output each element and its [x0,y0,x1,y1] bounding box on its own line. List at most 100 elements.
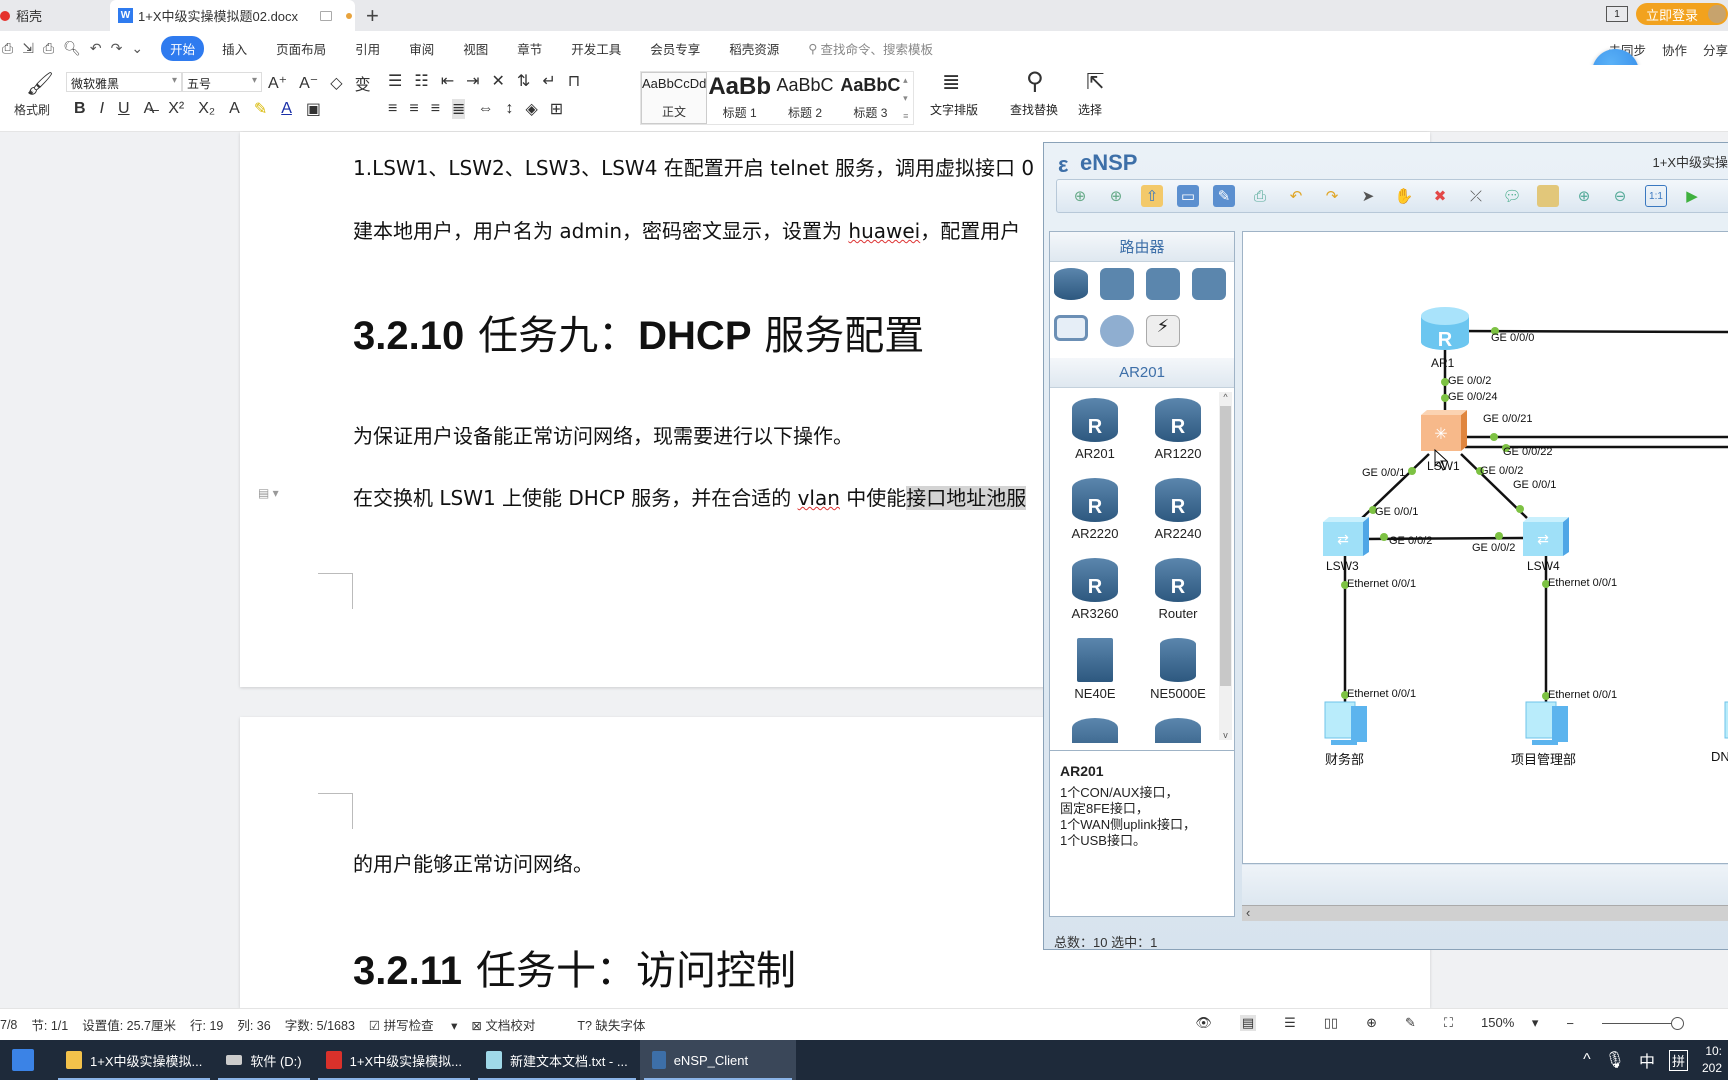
node-lsw1-icon[interactable]: ✳ [1421,410,1467,451]
line-spacing-icon[interactable]: ↕ [505,100,513,118]
node-pc-finance-icon[interactable] [1324,701,1367,745]
page-indicator[interactable]: 7/8 [0,1018,17,1032]
ime-mode[interactable]: 中 [1639,1048,1655,1072]
outline-view-icon[interactable]: ☰ [1284,1015,1296,1031]
taskbar-item-folder[interactable]: 1+X中级实操模拟... [54,1040,214,1080]
canvas-horizontal-scrollbar[interactable]: ‹ [1242,905,1728,921]
doc-proofread-button[interactable]: ⊠ 文档校对 [471,1015,549,1034]
eye-protection-icon[interactable]: 👁︎ [1195,1015,1212,1031]
fit-page-icon[interactable]: ⛶ [1444,1015,1453,1031]
zoom-slider[interactable] [1602,1016,1684,1030]
device-ne40e[interactable]: NE40E [1055,638,1135,701]
char-border-icon[interactable]: ▣ [306,99,321,119]
pc-category-icon[interactable] [1054,315,1088,341]
distribute-icon[interactable]: ⇔ [477,100,493,118]
align-right-icon[interactable]: ≡ [431,100,440,118]
save-icon[interactable]: ⎙ [2,40,13,57]
router-category-icon[interactable] [1054,268,1088,300]
increase-indent-icon[interactable]: ⇥ [466,71,479,91]
undo-icon[interactable]: ↶ [90,40,102,57]
monitor-icon[interactable] [320,10,333,21]
text-layout-button[interactable]: 文字排版 [930,101,978,118]
print-icon[interactable]: ⎙ [43,40,54,57]
device-ar3260[interactable]: R AR3260 [1055,558,1135,621]
undo-icon[interactable]: ↶ [1285,185,1307,207]
zoom-in-icon[interactable]: ⊕ [1573,185,1595,207]
wlan-category-icon[interactable] [1146,268,1180,300]
justify-icon[interactable]: ≣ [452,99,466,119]
command-search[interactable]: ⚲ 查找命令、搜索模板 [808,39,962,58]
font-size-select[interactable]: 五号 [182,72,262,92]
save-as-icon[interactable]: ✎ [1213,185,1235,207]
ime-pinyin[interactable]: 拼 [1668,1049,1688,1071]
column-indicator[interactable]: 列: 36 [237,1015,270,1034]
menu-tab-docer[interactable]: 稻壳资源 [729,39,779,58]
align-left-icon[interactable]: ≡ [388,100,397,118]
device-router[interactable]: R Router [1138,558,1218,621]
pan-hand-icon[interactable]: ✋ [1393,185,1415,207]
row-indicator[interactable]: 行: 19 [190,1015,223,1034]
ruler-icon[interactable]: ⊓ [568,71,580,91]
switch-category-icon[interactable] [1100,268,1134,300]
device-ar2240[interactable]: R AR2240 [1138,478,1218,541]
shading-icon[interactable]: ◈ [525,99,537,119]
menu-tab-insert[interactable]: 插入 [222,39,247,58]
format-painter-label[interactable]: 格式刷 [14,101,50,118]
highlight-icon[interactable]: ✎ [254,99,267,119]
firewall-category-icon[interactable] [1192,268,1226,300]
window-count-icon[interactable]: 1 [1605,6,1628,22]
text-note-icon[interactable]: 💬︎ [1501,185,1523,207]
menu-tab-home[interactable]: 开始 [161,35,205,61]
taskbar-item-wps[interactable]: 1+X中级实操模拟... [314,1040,474,1080]
borders-icon[interactable]: ⊞ [550,99,563,119]
scroll-thumb[interactable] [1220,406,1231,686]
open-icon[interactable]: ⇧ [1141,185,1163,207]
scroll-down-icon[interactable]: v [1219,730,1232,740]
redo-icon[interactable]: ↷ [111,40,123,57]
device-list-scrollbar[interactable]: ^ v [1219,392,1232,740]
taskbar-item-notepad[interactable]: 新建文本文档.txt - ... [474,1040,640,1080]
share-button[interactable]: 分享 [1703,40,1728,59]
microphone-icon[interactable]: 🎙︎ [1605,1050,1625,1070]
taskbar-start[interactable] [0,1040,54,1080]
link-ar1-ge000[interactable] [1446,329,1728,334]
shrink-font-icon[interactable]: A⁻ [299,73,318,93]
device-next[interactable] [1138,718,1218,743]
menu-tab-view[interactable]: 视图 [463,39,488,58]
font-color-icon[interactable]: A [281,100,292,118]
customize-dropdown-icon[interactable]: ⌄ [131,40,143,57]
start-device-icon[interactable]: ▶ [1681,185,1703,207]
menu-tab-section[interactable]: 章节 [517,39,542,58]
section-indicator[interactable]: 节: 1/1 [31,1015,68,1034]
text-effect-icon[interactable]: A [229,100,240,118]
delete-icon[interactable]: ✖ [1429,185,1451,207]
export-icon[interactable]: ⇲ [22,40,34,57]
clear-format-icon[interactable]: ◇ [330,73,342,93]
chinese-layout-icon[interactable]: ✕ [492,71,505,91]
zoom-out-icon[interactable]: ⊖ [1609,185,1631,207]
menu-tab-review[interactable]: 审阅 [409,39,434,58]
align-center-icon[interactable]: ≡ [409,100,418,118]
font-family-select[interactable]: 微软雅黑 [66,72,182,92]
menu-tab-layout[interactable]: 页面布局 [276,39,326,58]
print-preview-icon[interactable]: 🔍︎ [63,40,81,57]
read-view-icon[interactable]: ▯▯ [1324,1015,1338,1031]
select-pointer-icon[interactable]: ➤ [1357,185,1379,207]
format-painter-icon[interactable]: 🖌 [26,71,54,97]
paragraph-handle-icon[interactable]: ▤ ▾ [258,486,279,500]
spell-check-button[interactable]: ☑ 拼写检查 ▾ [369,1015,457,1034]
palette-icon[interactable] [1537,185,1559,207]
taskbar-item-drive[interactable]: 软件 (D:) [214,1040,313,1080]
delete-link-icon[interactable]: ⤫ [1465,185,1487,207]
bullet-list-icon[interactable]: ☰ [388,71,402,91]
bold-icon[interactable]: B [74,100,86,118]
style-heading-3[interactable]: AaBbC 标题 3 [838,72,903,124]
zoom-out-button[interactable]: − [1566,1016,1574,1031]
page-view-icon[interactable]: ▤ [1239,1015,1257,1031]
scroll-left-icon[interactable]: ‹ [1246,905,1250,920]
sort-icon[interactable]: ⇅ [517,71,530,91]
write-view-icon[interactable]: ✎ [1405,1015,1416,1031]
italic-icon[interactable]: I [100,100,104,118]
show-marks-icon[interactable]: ↵ [542,71,555,91]
missing-font-button[interactable]: T? 缺失字体 [577,1015,659,1034]
